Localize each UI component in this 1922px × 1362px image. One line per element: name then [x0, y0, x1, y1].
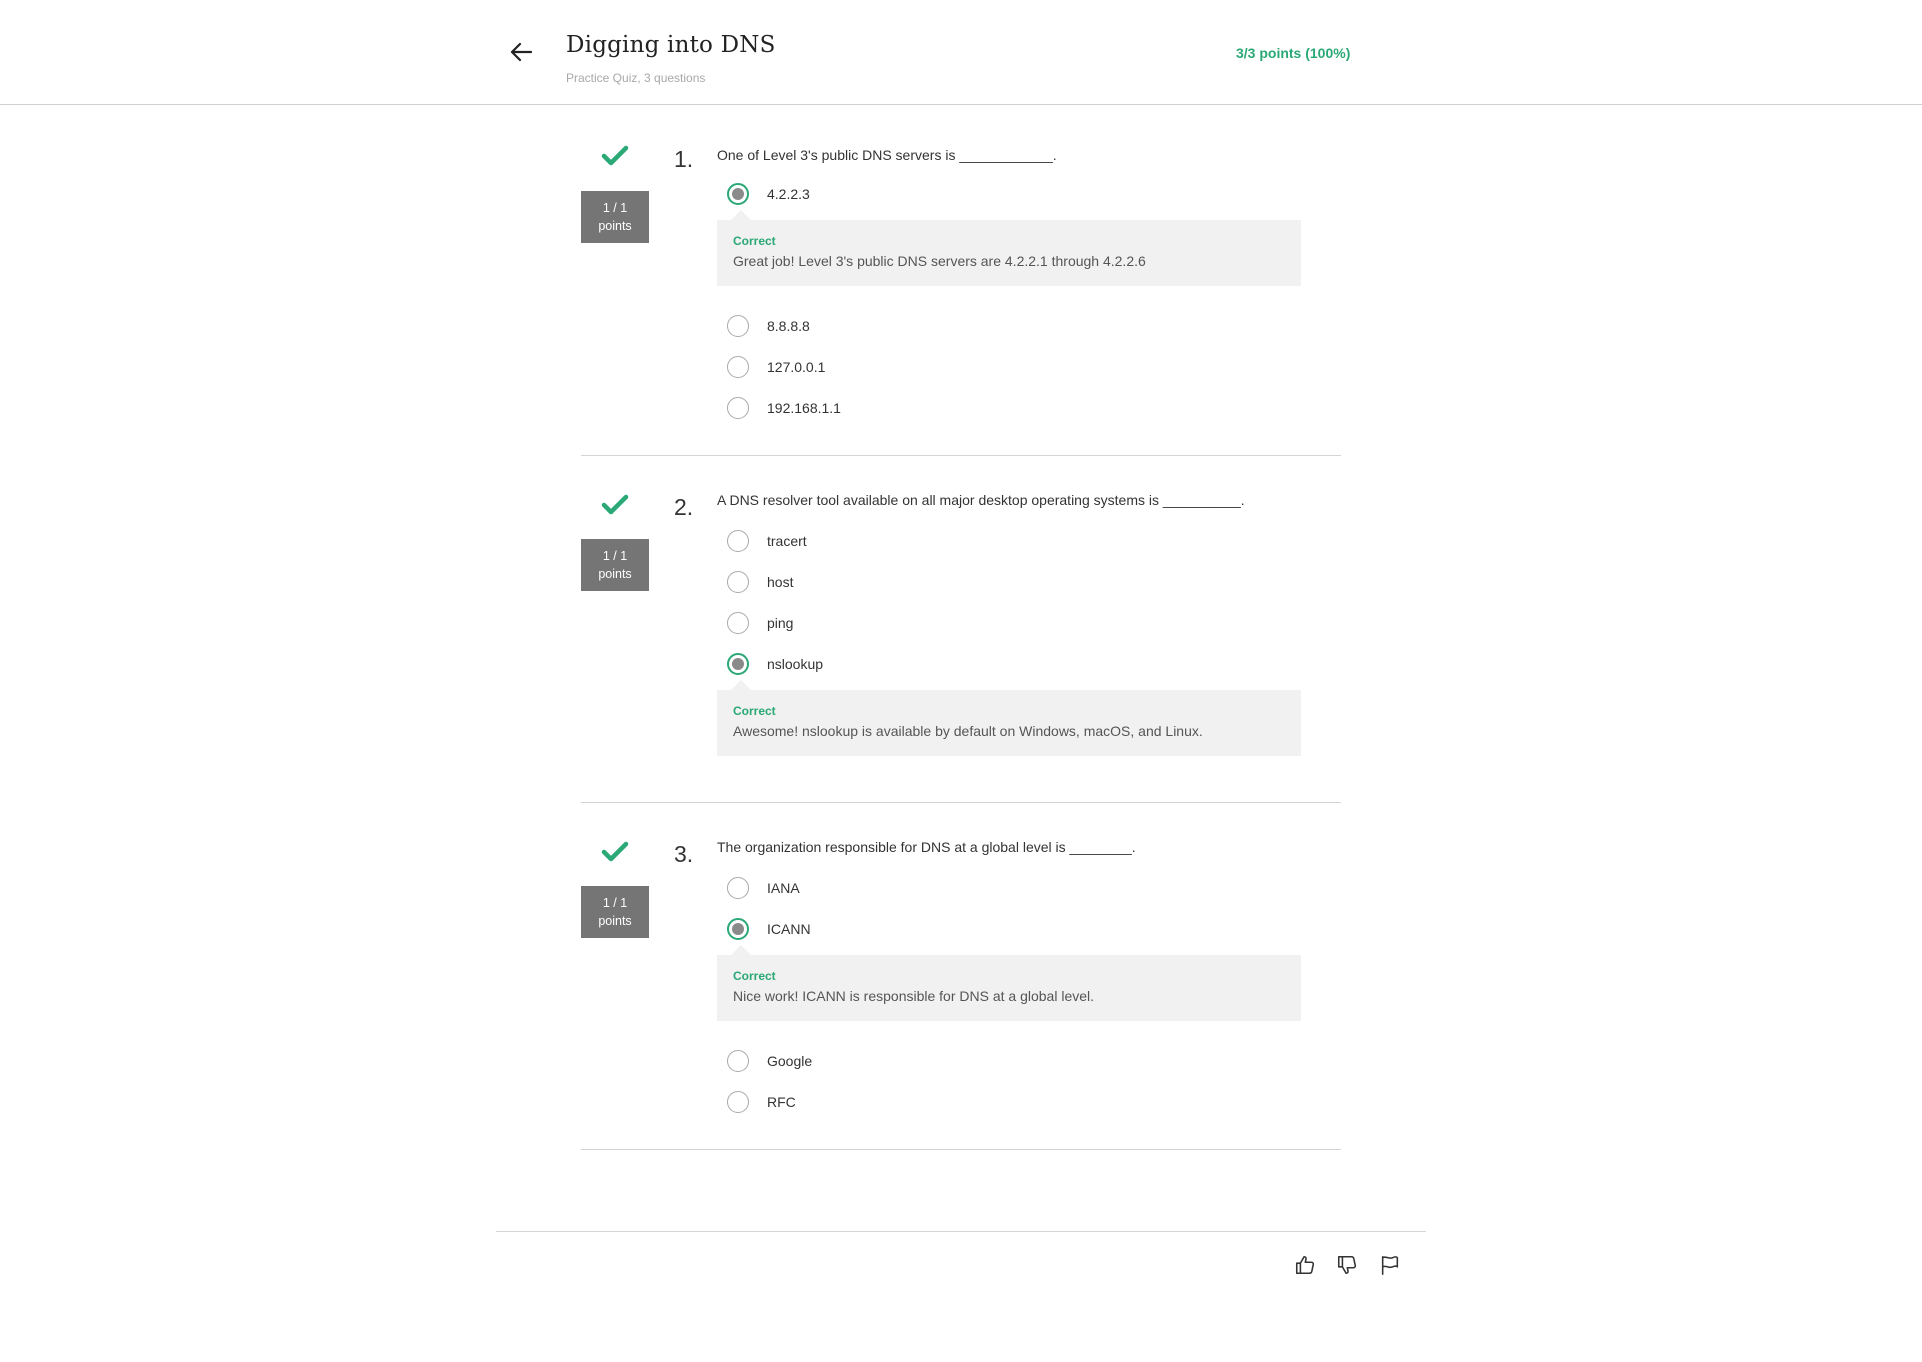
quiz-score: 3/3 points (100%) — [1236, 45, 1351, 61]
arrow-left-icon — [510, 42, 532, 62]
answer-option[interactable]: IANA — [727, 875, 800, 901]
option-label: RFC — [767, 1094, 796, 1110]
radio-button[interactable] — [727, 397, 749, 419]
page-subtitle: Practice Quiz, 3 questions — [566, 71, 706, 85]
points-badge: 1 / 1 points — [581, 191, 649, 243]
radio-button[interactable] — [727, 530, 749, 552]
question-text: A DNS resolver tool available on all maj… — [717, 492, 1245, 508]
feedback-text: Great job! Level 3's public DNS servers … — [733, 253, 1146, 269]
radio-button-selected[interactable] — [727, 918, 749, 940]
points-label: points — [598, 567, 632, 581]
feedback-status: Correct — [733, 704, 776, 718]
answer-option[interactable]: 192.168.1.1 — [727, 395, 841, 421]
option-label: 4.2.2.3 — [767, 186, 810, 202]
feedback-box: Correct Nice work! ICANN is responsible … — [717, 945, 1301, 1021]
like-button[interactable] — [1293, 1253, 1317, 1277]
points-badge: 1 / 1 points — [581, 886, 649, 938]
points-score: 1 / 1 — [602, 549, 628, 563]
answer-option[interactable]: Google — [727, 1048, 812, 1074]
points-label: points — [598, 914, 632, 928]
answer-option[interactable]: ICANN — [727, 916, 811, 942]
page-title: Digging into DNS — [566, 32, 776, 58]
question-1: 1 / 1 points 1. One of Level 3's public … — [581, 105, 1341, 456]
feedback-status: Correct — [733, 969, 776, 983]
back-button[interactable] — [505, 36, 537, 68]
option-label: Google — [767, 1053, 813, 1069]
question-number: 3. — [674, 841, 694, 867]
quiz-header: Digging into DNS Practice Quiz, 3 questi… — [0, 0, 1922, 105]
feedback-status: Correct — [733, 234, 776, 248]
answer-option[interactable]: host — [727, 569, 793, 595]
radio-button[interactable] — [727, 356, 749, 378]
points-score: 1 / 1 — [602, 896, 628, 910]
checkmark-icon — [601, 841, 629, 862]
option-label: ICANN — [767, 921, 811, 937]
checkmark-icon — [601, 494, 629, 515]
thumbs-down-icon — [1337, 1255, 1357, 1275]
option-label: 8.8.8.8 — [767, 318, 810, 334]
question-3: 1 / 1 points 3. The organization respons… — [581, 803, 1341, 1150]
checkmark-icon — [601, 145, 629, 166]
answer-option[interactable]: 4.2.2.3 — [727, 181, 810, 207]
option-label: nslookup — [767, 656, 824, 672]
answer-option[interactable]: 8.8.8.8 — [727, 313, 810, 339]
points-score: 1 / 1 — [602, 201, 628, 215]
feedback-box: Correct Awesome! nslookup is available b… — [717, 680, 1301, 756]
radio-button[interactable] — [727, 877, 749, 899]
radio-button[interactable] — [727, 1050, 749, 1072]
points-label: points — [598, 219, 632, 233]
answer-option[interactable]: nslookup — [727, 651, 823, 677]
option-label: 127.0.0.1 — [767, 359, 826, 375]
footer-divider — [496, 1231, 1426, 1232]
feedback-text: Nice work! ICANN is responsible for DNS … — [733, 988, 1095, 1004]
quiz-page: Digging into DNS Practice Quiz, 3 questi… — [0, 0, 1922, 1362]
answer-option[interactable]: tracert — [727, 528, 807, 554]
question-text: One of Level 3's public DNS servers is _… — [717, 147, 1057, 163]
flag-icon — [1381, 1255, 1399, 1275]
dislike-button[interactable] — [1335, 1253, 1359, 1277]
radio-button[interactable] — [727, 571, 749, 593]
option-label: tracert — [767, 533, 807, 549]
answer-option[interactable]: ping — [727, 610, 793, 636]
question-2: 1 / 1 points 2. A DNS resolver tool avai… — [581, 456, 1341, 803]
question-number: 2. — [674, 494, 694, 520]
answer-option[interactable]: RFC — [727, 1089, 796, 1115]
question-text: The organization responsible for DNS at … — [717, 839, 1136, 855]
option-label: IANA — [767, 880, 800, 896]
points-badge: 1 / 1 points — [581, 539, 649, 591]
thumbs-up-icon — [1295, 1255, 1315, 1275]
option-label: host — [767, 574, 794, 590]
radio-button-selected[interactable] — [727, 653, 749, 675]
report-button[interactable] — [1378, 1253, 1402, 1277]
feedback-box: Correct Great job! Level 3's public DNS … — [717, 210, 1301, 286]
question-number: 1. — [674, 146, 694, 172]
feedback-text: Awesome! nslookup is available by defaul… — [733, 723, 1203, 739]
radio-button-selected[interactable] — [727, 183, 749, 205]
radio-button[interactable] — [727, 612, 749, 634]
option-label: ping — [767, 615, 794, 631]
radio-button[interactable] — [727, 315, 749, 337]
radio-button[interactable] — [727, 1091, 749, 1113]
option-label: 192.168.1.1 — [767, 400, 841, 416]
answer-option[interactable]: 127.0.0.1 — [727, 354, 825, 380]
